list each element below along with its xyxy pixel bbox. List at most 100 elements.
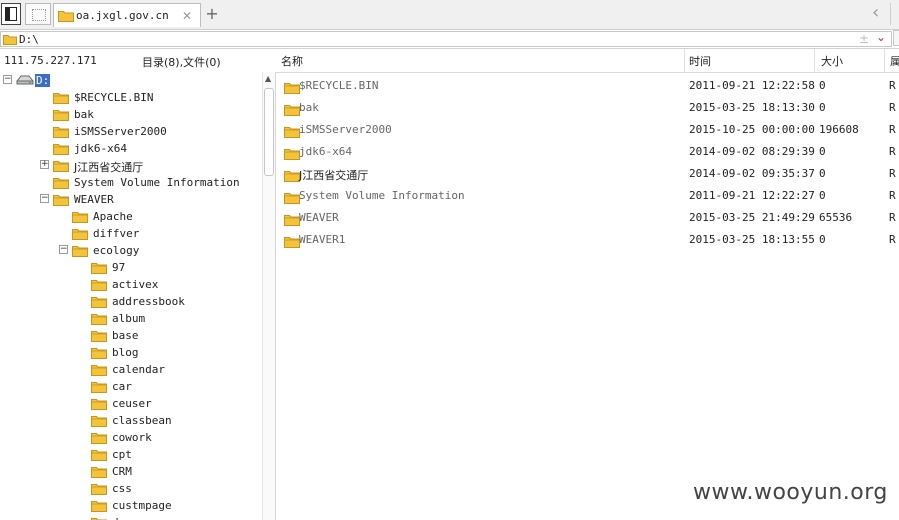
table-row[interactable]: $RECYCLE.BIN 2011-09-21 12:22:58 0 R	[276, 73, 899, 95]
folder-icon	[91, 314, 107, 325]
tree-item[interactable]: classbean	[0, 412, 262, 429]
table-row[interactable]: iSMSServer2000 2015-10-25 00:00:00 196608 R	[276, 117, 899, 139]
collapse-icon[interactable]: −	[59, 245, 68, 254]
file-name: iSMSServer2000	[299, 123, 392, 136]
path-input[interactable]: D:\ ± ⌄	[0, 30, 892, 47]
close-icon[interactable]: ✕	[173, 4, 201, 27]
tree-item-label: Apache	[93, 210, 133, 223]
folder-tree: − D: $RECYCLE.BIN bak iSMSServer2000 jdk6-x64…	[0, 72, 262, 520]
panel-toggle-button[interactable]	[1, 3, 21, 25]
tree-item[interactable]: − ecology	[0, 242, 262, 259]
tree-item[interactable]: − D:	[0, 72, 262, 89]
tree-item[interactable]: base	[0, 327, 262, 344]
drive-icon	[16, 75, 34, 85]
tree-item[interactable]: Apache	[0, 208, 262, 225]
file-attr: R	[889, 167, 896, 180]
table-row[interactable]: jdk6-x64 2014-09-02 08:29:39 0 R	[276, 139, 899, 161]
table-row[interactable]: J江西省交通厅 2014-09-02 09:35:37 0 R	[276, 161, 899, 183]
file-attr: R	[889, 189, 896, 202]
new-window-button[interactable]	[25, 3, 51, 25]
tree-item[interactable]: d	[0, 514, 262, 520]
folder-icon	[91, 280, 107, 291]
tree-item[interactable]: CRM	[0, 463, 262, 480]
file-size: 0	[819, 167, 826, 180]
folder-icon	[284, 171, 300, 182]
tree-scrollbar[interactable]: ▲	[262, 72, 276, 520]
tree-item-label: activex	[112, 278, 159, 291]
tree-item[interactable]: css	[0, 480, 262, 497]
tree-item[interactable]: cowork	[0, 429, 262, 446]
file-attr: R	[889, 79, 896, 92]
column-header-attr[interactable]: 属	[890, 53, 899, 69]
tree-item[interactable]: ceuser	[0, 395, 262, 412]
address-side-button[interactable]	[893, 30, 899, 46]
table-row[interactable]: WEAVER1 2015-03-25 18:13:55 0 R	[276, 227, 899, 249]
tree-item-label: d	[112, 516, 119, 520]
tree-item[interactable]: jdk6-x64	[0, 140, 262, 157]
tree-item[interactable]: − WEAVER	[0, 191, 262, 208]
file-name: $RECYCLE.BIN	[299, 79, 379, 92]
tree-item-label: car	[112, 380, 132, 393]
folder-icon	[53, 127, 69, 138]
tree-item[interactable]: custmpage	[0, 497, 262, 514]
tree-item[interactable]: bak	[0, 106, 262, 123]
column-divider[interactable]	[884, 49, 885, 72]
tree-item[interactable]: iSMSServer2000	[0, 123, 262, 140]
folder-icon	[284, 193, 300, 204]
folder-icon	[284, 149, 300, 160]
item-count: 目录(8),文件(0)	[142, 56, 221, 69]
folder-icon	[284, 105, 300, 116]
tree-item[interactable]: addressbook	[0, 293, 262, 310]
tree-item[interactable]: $RECYCLE.BIN	[0, 89, 262, 106]
tree-item[interactable]: cpt	[0, 446, 262, 463]
file-time: 2015-03-25 18:13:55	[689, 233, 815, 246]
file-name: WEAVER	[299, 211, 339, 224]
column-header-time[interactable]: 时间	[689, 53, 711, 69]
tree-item[interactable]: calendar	[0, 361, 262, 378]
folder-icon	[284, 237, 300, 248]
table-row[interactable]: bak 2015-03-25 18:13:30 0 R	[276, 95, 899, 117]
host-address: 111.75.227.171	[4, 54, 97, 67]
collapse-icon[interactable]: −	[3, 75, 12, 84]
file-time: 2015-03-25 21:49:29	[689, 211, 815, 224]
scrollbar-thumb[interactable]	[264, 88, 274, 176]
tree-item[interactable]: blog	[0, 344, 262, 361]
back-arrow-icon[interactable]: ‹	[872, 4, 886, 24]
tree-item[interactable]: activex	[0, 276, 262, 293]
tree-item-label: CRM	[112, 465, 132, 478]
folder-icon	[284, 215, 300, 226]
column-divider[interactable]	[684, 49, 685, 72]
folder-icon	[91, 263, 107, 274]
add-tab-button[interactable]: +	[203, 4, 221, 24]
folder-icon	[91, 484, 107, 495]
folder-icon	[72, 246, 88, 257]
collapse-icon[interactable]: −	[40, 194, 49, 203]
file-size: 0	[819, 189, 826, 202]
column-header-name[interactable]: 名称	[281, 53, 303, 69]
chevron-down-icon[interactable]: ⌄	[876, 30, 886, 44]
path-value: D:\	[19, 33, 39, 46]
tab-current[interactable]: oa.jxgl.gov.cn ✕	[53, 3, 201, 27]
expand-icon[interactable]: +	[40, 160, 49, 169]
tree-item[interactable]: diffver	[0, 225, 262, 242]
table-row[interactable]: System Volume Information 2011-09-21 12:2…	[276, 183, 899, 205]
tree-item[interactable]: car	[0, 378, 262, 395]
column-divider[interactable]	[814, 49, 815, 72]
tree-item[interactable]: 97	[0, 259, 262, 276]
tree-item-label: album	[112, 312, 146, 325]
file-time: 2015-10-25 00:00:00	[689, 123, 815, 136]
tab-title: oa.jxgl.gov.cn	[76, 9, 169, 22]
folder-icon	[53, 93, 69, 104]
tree-item-label: 97	[112, 261, 126, 274]
tree-item[interactable]: album	[0, 310, 262, 327]
tree-item-label: jdk6-x64	[74, 142, 127, 155]
tree-item[interactable]: + J江西省交通厅	[0, 157, 262, 174]
table-row[interactable]: WEAVER 2015-03-25 21:49:29 65536 R	[276, 205, 899, 227]
file-name: WEAVER1	[299, 233, 346, 246]
tree-item[interactable]: System Volume Information	[0, 174, 262, 191]
scroll-up-icon[interactable]: ▲	[265, 74, 271, 83]
plus-minus-icon[interactable]: ±	[859, 32, 869, 46]
folder-icon	[91, 501, 107, 512]
folder-icon	[53, 178, 69, 189]
column-header-size[interactable]: 大小	[821, 53, 843, 69]
